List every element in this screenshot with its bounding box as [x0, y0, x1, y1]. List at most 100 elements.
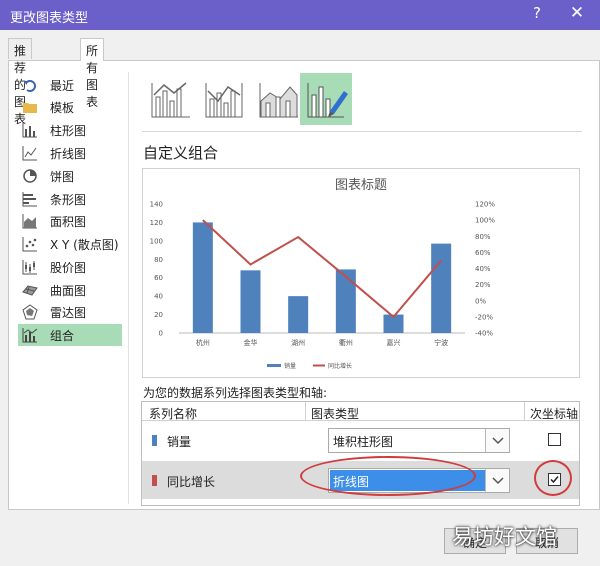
watermark: 易坊好文馆: [452, 525, 557, 549]
y-tick-label: 20: [154, 311, 163, 319]
series-row[interactable]: 销量 堆积柱形图: [142, 421, 579, 459]
legend-label-growth: 同比增长: [328, 362, 352, 370]
sidebar-item-column[interactable]: 柱形图: [18, 119, 122, 141]
series-name: 销量: [167, 435, 192, 449]
title-bar: 更改图表类型 ? ✕: [0, 0, 600, 30]
y-tick-label: 80: [154, 256, 163, 264]
sidebar-item-area[interactable]: 面积图: [18, 210, 122, 232]
subtype-clustered-column-line[interactable]: [144, 73, 196, 125]
combo-chart: 图表标题 0 20 40 60 80 100 120 140 -40% -20% 0% 20% 40% 6…: [150, 178, 496, 370]
section-title: 自定义组合: [143, 144, 219, 162]
sidebar-item-pie[interactable]: 饼图: [18, 165, 122, 187]
y2-tick-label: 0%: [475, 297, 486, 305]
undo-icon: [23, 80, 36, 92]
sidebar-item-label: 条形图: [50, 193, 87, 207]
bar: [431, 243, 452, 333]
series-color-swatch: [152, 435, 157, 446]
legend-swatch-bar: [267, 364, 281, 367]
annotation-ellipse: [300, 456, 476, 496]
combo-chart-icon: [22, 328, 38, 343]
stock-chart-icon: [22, 260, 37, 275]
combo-column-line-secondary-icon: [205, 83, 243, 118]
sidebar-item-label: 雷达图: [50, 306, 87, 320]
series-name: 同比增长: [167, 475, 216, 489]
sidebar-item-label: 最近: [50, 79, 75, 93]
bar-chart-icon: [22, 192, 37, 207]
series-color-swatch: [152, 475, 157, 486]
sidebar-item-templates[interactable]: 模板: [18, 96, 122, 118]
area-chart-icon: [22, 214, 37, 229]
sidebar-item-label: X Y (散点图): [50, 238, 119, 252]
help-button[interactable]: ?: [529, 4, 545, 22]
pie-chart-icon: [23, 169, 37, 183]
y-tick-label: 40: [154, 293, 163, 301]
x-tick-label: 金华: [244, 338, 258, 347]
chart-preview: 图表标题 0 20 40 60 80 100 120 140 -40% -20% 0% 20% 40% 6…: [142, 168, 580, 378]
chevron-down-icon: [491, 437, 504, 445]
y-tick-label: 120: [150, 219, 163, 227]
dropdown-arrow[interactable]: [485, 469, 509, 492]
sidebar-item-recent[interactable]: 最近: [18, 74, 122, 96]
custom-combo-icon: [307, 83, 348, 118]
sidebar-item-label: 组合: [50, 329, 75, 343]
sidebar-item-label: 柱形图: [50, 124, 87, 138]
subtype-stacked-area-column[interactable]: [252, 73, 304, 125]
x-tick-label: 嘉兴: [387, 338, 401, 347]
dropdown-value: 堆积柱形图: [333, 435, 394, 449]
bar: [240, 270, 261, 333]
radar-chart-icon: [22, 304, 38, 320]
sidebar-item-label: 面积图: [50, 215, 87, 229]
window-title: 更改图表类型: [10, 11, 89, 26]
sidebar-item-combo[interactable]: 组合: [18, 324, 122, 346]
y2-tick-label: 20%: [475, 281, 491, 289]
dropdown-arrow[interactable]: [485, 429, 509, 452]
folder-icon: [23, 103, 37, 113]
sidebar-item-stock[interactable]: 股价图: [18, 256, 122, 278]
sidebar-item-radar[interactable]: 雷达图: [18, 301, 122, 323]
secondary-axis-checkbox[interactable]: [548, 433, 561, 446]
legend-label-sales: 销量: [284, 362, 296, 370]
x-tick-label: 湖州: [291, 338, 305, 347]
bar: [335, 269, 356, 333]
y-tick-label: 0: [159, 330, 163, 338]
scatter-chart-icon: [22, 237, 37, 252]
sidebar-item-bar[interactable]: 条形图: [18, 188, 122, 210]
chevron-down-icon: [491, 477, 504, 485]
y-tick-label: 60: [154, 274, 163, 282]
chart-title: 图表标题: [335, 178, 387, 193]
column-chart-icon: [22, 123, 37, 138]
subtype-column-line-secondary[interactable]: [198, 73, 250, 125]
y2-tick-label: 100%: [475, 217, 495, 225]
subtype-custom-combo[interactable]: [300, 73, 352, 125]
bar: [288, 296, 309, 333]
sidebar-item-label: 曲面图: [50, 284, 87, 298]
y2-tick-label: 40%: [475, 265, 491, 273]
line-chart-icon: [22, 146, 37, 161]
x-tick-label: 杭州: [196, 338, 210, 347]
sidebar-item-scatter[interactable]: X Y (散点图): [18, 233, 122, 255]
y-tick-label: 140: [150, 201, 163, 209]
column-separator: [305, 402, 306, 420]
chart-type-dropdown[interactable]: 堆积柱形图: [328, 428, 510, 453]
sidebar-item-label: 股价图: [50, 261, 87, 275]
y2-tick-label: 80%: [475, 233, 491, 241]
y2-tick-label: -20%: [475, 313, 493, 321]
close-button[interactable]: ✕: [568, 3, 586, 23]
x-tick-label: 衢州: [339, 338, 353, 347]
y2-tick-label: 60%: [475, 249, 491, 257]
sidebar-item-line[interactable]: 折线图: [18, 142, 122, 164]
y-tick-label: 100: [150, 237, 163, 245]
tab-all-charts[interactable]: 所有图表: [80, 38, 105, 109]
y2-tick-label: 120%: [475, 201, 495, 209]
series-line: [202, 219, 442, 319]
combo-area-column-icon: [259, 83, 298, 118]
sidebar-item-label: 饼图: [50, 170, 75, 184]
column-separator: [524, 402, 525, 420]
x-tick-label: 宁波: [434, 338, 448, 347]
combo-column-line-icon: [151, 82, 190, 118]
divider: [142, 131, 582, 132]
sidebar-item-surface[interactable]: 曲面图: [18, 279, 122, 301]
divider: [128, 72, 129, 504]
annotation-ellipse: [534, 460, 572, 496]
tab-recommended[interactable]: 推荐的图表: [8, 38, 33, 126]
